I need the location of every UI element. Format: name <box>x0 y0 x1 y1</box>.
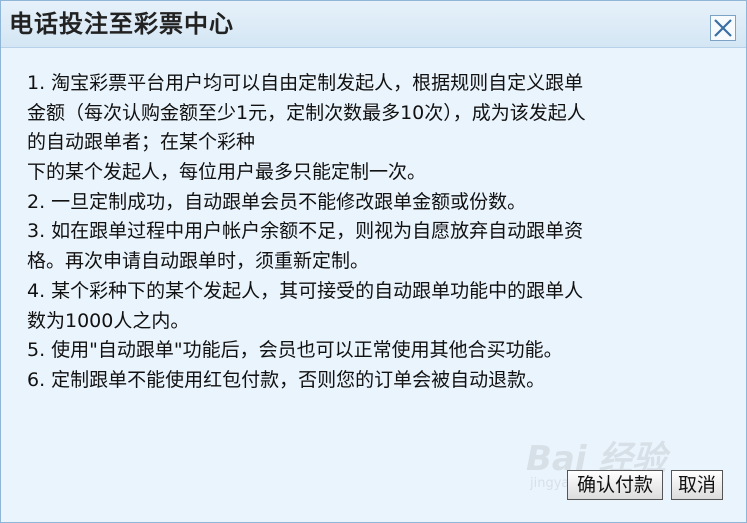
dialog: 电话投注至彩票中心 1. 淘宝彩票平台用户均可以自由定制发起人，根据规则自定义跟… <box>0 0 747 523</box>
content-line: 2. 一旦定制成功，自动跟单会员不能修改跟单金额或份数。 <box>27 190 527 213</box>
content-line: 6. 定制跟单不能使用红包付款，否则您的订单会被自动退款。 <box>27 368 546 391</box>
content-line: 金额（每次认购金额至少1元，定制次数最多10次），成为该发起人 <box>27 101 586 124</box>
dialog-titlebar: 电话投注至彩票中心 <box>1 1 746 48</box>
content-line: 下的某个发起人，每位用户最多只能定制一次。 <box>27 161 427 184</box>
content-line: 1. 淘宝彩票平台用户均可以自由定制发起人，根据规则自定义跟单 <box>27 72 584 94</box>
content-line: 5. 使用"自动跟单"功能后，会员也可以正常使用其他合买功能。 <box>27 339 563 362</box>
content-line: 的自动跟单者；在某个彩种 <box>27 131 256 154</box>
close-button[interactable] <box>710 15 736 41</box>
cancel-button[interactable]: 取消 <box>671 470 723 500</box>
content-line: 3. 如在跟单过程中用户帐户余额不足，则视为自愿放弃自动跟单资 <box>27 220 584 243</box>
confirm-payment-button[interactable]: 确认付款 <box>567 470 663 500</box>
content-line: 4. 某个彩种下的某个发起人，其可接受的自动跟单功能中的跟单人 <box>27 279 584 302</box>
content-line: 数为1000人之内。 <box>27 309 190 332</box>
dialog-title: 电话投注至彩票中心 <box>9 10 234 38</box>
content-line: 格。再次申请自动跟单时，须重新定制。 <box>27 250 370 273</box>
close-icon <box>714 19 732 37</box>
dialog-content: 1. 淘宝彩票平台用户均可以自由定制发起人，根据规则自定义跟单 金额（每次认购金… <box>27 69 727 396</box>
